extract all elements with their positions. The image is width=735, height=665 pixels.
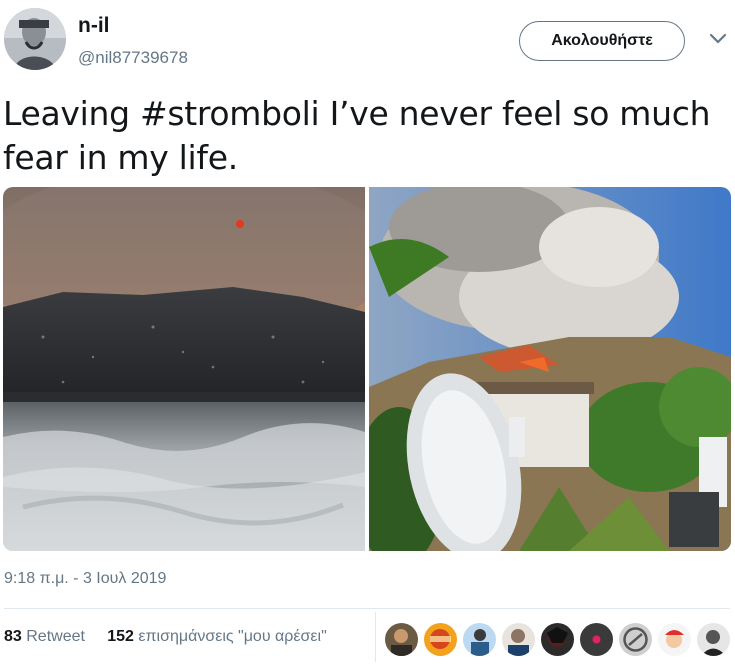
- liker-avatar[interactable]: [618, 622, 653, 657]
- like-count[interactable]: 152: [107, 628, 134, 645]
- likers-avatars: [384, 622, 731, 657]
- like-label[interactable]: επισημάνσεις "μου αρέσει": [138, 628, 326, 645]
- tweet-media: [3, 187, 731, 551]
- volcano-eruption-village-photo[interactable]: [369, 187, 731, 551]
- divider: [4, 608, 730, 609]
- tweet-stats: 83 Retweet 152 επισημάνσεις "μου αρέσει": [4, 628, 327, 646]
- author-name[interactable]: n-il: [78, 14, 110, 38]
- volcano-smoke-sea-photo[interactable]: [3, 187, 365, 551]
- liker-avatar[interactable]: [696, 622, 731, 657]
- tweet-text-line-2: fear in my life.: [3, 138, 238, 177]
- avatar-man-icon: [4, 8, 66, 70]
- follow-button[interactable]: Ακολουθήστε: [519, 21, 685, 61]
- liker-avatar[interactable]: [384, 622, 419, 657]
- tweet-header: n-il @nil87739678 Ακολουθήστε: [0, 0, 735, 86]
- tweet-text-line-1: Leaving #stromboli I’ve never feel so mu…: [3, 94, 711, 133]
- retweet-label[interactable]: Retweet: [26, 628, 85, 645]
- liker-avatar[interactable]: [423, 622, 458, 657]
- tweet-text: Leaving #stromboli I’ve never feel so mu…: [3, 92, 723, 180]
- liker-avatar[interactable]: [540, 622, 575, 657]
- liker-avatar[interactable]: [579, 622, 614, 657]
- retweet-count[interactable]: 83: [4, 628, 22, 645]
- liker-avatar[interactable]: [501, 622, 536, 657]
- chevron-down-icon[interactable]: [708, 32, 728, 46]
- tweet-timestamp[interactable]: 9:18 π.μ. - 3 Ιουλ 2019: [4, 570, 166, 588]
- liker-avatar[interactable]: [657, 622, 692, 657]
- author-handle[interactable]: @nil87739678: [78, 48, 188, 68]
- liker-avatar[interactable]: [462, 622, 497, 657]
- author-avatar[interactable]: [4, 8, 66, 70]
- stats-separator: [375, 612, 376, 662]
